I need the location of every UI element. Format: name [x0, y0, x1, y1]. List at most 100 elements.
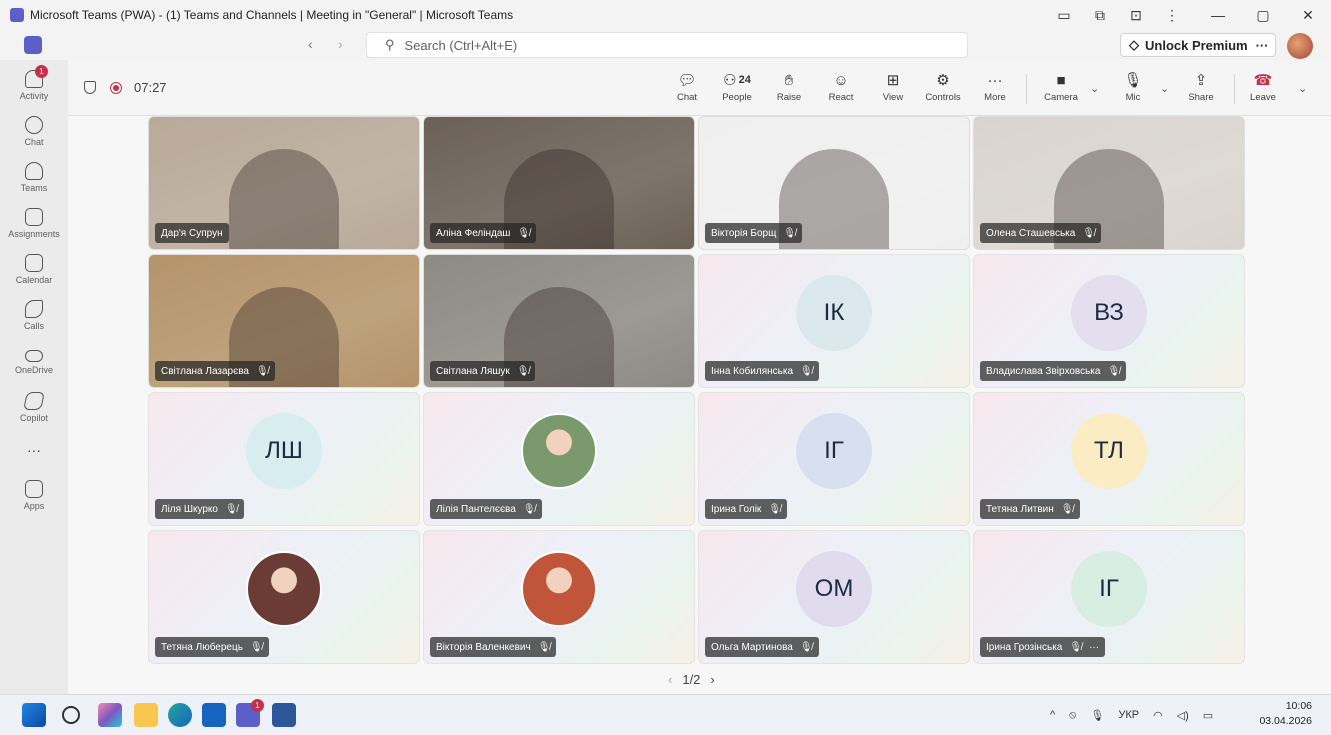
participant-tile[interactable]: ТЛ Тетяна Литвин 🎙︎̸: [973, 392, 1245, 526]
meeting-timer: 07:27: [134, 80, 167, 95]
language-indicator[interactable]: УКР: [1118, 709, 1139, 721]
restore-button[interactable]: ▢: [1245, 0, 1281, 30]
cast-icon[interactable]: ⧉: [1082, 0, 1118, 30]
mic-chevron-down-icon[interactable]: ⌄: [1160, 82, 1169, 95]
mic-tray-icon[interactable]: 🎙︎: [1090, 709, 1104, 722]
system-tray: ^ ⦸ 🎙︎ УКР ◠ ◁) ▭: [1050, 695, 1213, 735]
participant-tile[interactable]: ВЗ Владислава Звірховська 🎙︎̸: [973, 254, 1245, 388]
edge-icon[interactable]: [168, 703, 192, 727]
participant-initials-avatar: ІГ: [796, 413, 872, 489]
rail-label: Calendar: [15, 275, 53, 285]
battery-icon[interactable]: ▭: [1203, 709, 1213, 722]
start-icon[interactable]: [22, 703, 46, 727]
pagination: ‹ 1/2 ›: [668, 672, 715, 687]
window-title: Microsoft Teams (PWA) - (1) Teams and Ch…: [30, 8, 514, 22]
rail-item-activity[interactable]: 1 Activity: [0, 65, 68, 112]
rail-label: Teams: [20, 183, 48, 193]
rail-item-more[interactable]: ···: [0, 442, 68, 484]
view-button[interactable]: ⊞ View: [870, 70, 916, 110]
participant-tile[interactable]: ІГ Ірина Голік 🎙︎̸: [698, 392, 970, 526]
share-button[interactable]: ⇪ Share: [1178, 70, 1224, 110]
meeting-toolbar: 07:27 💬︎ Chat ⚇ 24 People ✋︎ Raise ☺ React ⊞ V…: [68, 60, 1331, 116]
minimize-button[interactable]: —: [1200, 0, 1236, 30]
rail-item-onedrive[interactable]: OneDrive: [0, 346, 68, 388]
participant-tile[interactable]: ЛШ Ліля Шкурко 🎙︎̸: [148, 392, 420, 526]
participant-tile[interactable]: ІК Інна Кобилянська 🎙︎̸: [698, 254, 970, 388]
participant-tile[interactable]: Олена Сташевська 🎙︎̸: [973, 116, 1245, 250]
wifi-icon[interactable]: ◠: [1153, 709, 1163, 722]
participant-tile[interactable]: Аліна Феліндаш 🎙︎̸: [423, 116, 695, 250]
next-page-button[interactable]: ›: [710, 672, 714, 687]
premium-more-icon[interactable]: ···: [1256, 38, 1269, 53]
mic-off-icon: 🎙︎̸: [1060, 503, 1074, 515]
rail-item-calendar[interactable]: Calendar: [0, 254, 68, 296]
volume-icon[interactable]: ◁): [1177, 709, 1189, 722]
clock-time: 10:06: [1285, 700, 1312, 712]
explorer-icon[interactable]: [134, 703, 158, 727]
camera-chevron-down-icon[interactable]: ⌄: [1090, 82, 1099, 95]
participant-more-icon[interactable]: ···: [1089, 642, 1099, 653]
participant-tile[interactable]: ІГ Ірина Грозінська 🎙︎̸ ···: [973, 530, 1245, 664]
leave-button[interactable]: ☎︎ Leave: [1240, 70, 1286, 110]
participant-tile[interactable]: Вікторія Борщ 🎙︎̸: [698, 116, 970, 250]
participant-name-tag: Ірина Грозінська 🎙︎̸ ···: [980, 637, 1106, 657]
people-button[interactable]: ⚇ 24 People: [714, 70, 760, 110]
camera-window-icon[interactable]: ▭: [1046, 0, 1082, 30]
clock-date: 03.04.2026: [1259, 715, 1312, 727]
rail-item-copilot[interactable]: Copilot: [0, 392, 68, 434]
close-button[interactable]: ✕: [1290, 0, 1326, 30]
mic-button[interactable]: 🎙︎ Mic: [1110, 70, 1156, 110]
calendar-icon: [25, 254, 43, 272]
more-button[interactable]: ··· More: [972, 70, 1018, 110]
participant-initials-avatar: ТЛ: [1071, 413, 1147, 489]
menu-dots-icon[interactable]: ⋮: [1154, 0, 1190, 30]
plus-icon: [25, 480, 43, 498]
rail-item-apps[interactable]: Apps: [0, 480, 68, 522]
camera-button[interactable]: ■ Camera: [1038, 70, 1084, 110]
teams-taskbar-icon[interactable]: 1: [236, 699, 264, 727]
extension-icon[interactable]: ⊡: [1118, 0, 1154, 30]
prev-page-button[interactable]: ‹: [668, 672, 672, 687]
title-bar: Microsoft Teams (PWA) - (1) Teams and Ch…: [0, 0, 1331, 30]
participant-tile[interactable]: Вікторія Валенкевич 🎙︎̸: [423, 530, 695, 664]
search-input[interactable]: ⚲ Search (Ctrl+Alt+E): [366, 32, 968, 58]
participant-tile[interactable]: Лілія Пантелєєва 🎙︎̸: [423, 392, 695, 526]
rail-item-teams[interactable]: Teams: [0, 162, 68, 204]
notification-off-icon[interactable]: ⦸: [1069, 709, 1076, 722]
controls-label: Controls: [925, 92, 961, 103]
participant-tile[interactable]: Дар'я Супрун: [148, 116, 420, 250]
back-arrow-icon[interactable]: ‹: [308, 36, 313, 52]
view-label: View: [882, 92, 904, 103]
rail-label: OneDrive: [14, 365, 53, 375]
rail-item-chat[interactable]: Chat: [0, 116, 68, 158]
raise-hand-button[interactable]: ✋︎ Raise: [766, 70, 812, 110]
controls-button[interactable]: ⚙ Controls: [920, 70, 966, 110]
rail-label: Copilot: [19, 413, 48, 423]
teams-taskbar-badge: 1: [251, 699, 264, 712]
recording-icon[interactable]: [110, 81, 122, 94]
participant-tile[interactable]: Світлана Ляшук 🎙︎̸: [423, 254, 695, 388]
rail-label: Activity: [19, 91, 49, 101]
react-label: React: [828, 92, 854, 103]
store-icon[interactable]: [202, 703, 226, 727]
forward-arrow-icon[interactable]: ›: [338, 36, 343, 52]
search-taskbar-icon[interactable]: [62, 706, 80, 724]
participant-name: Ірина Грозінська: [986, 641, 1063, 653]
clock[interactable]: 10:06 03.04.2026: [1254, 699, 1312, 729]
user-avatar[interactable]: [1287, 33, 1313, 59]
rail-item-assignments[interactable]: Assignments: [0, 208, 68, 250]
participant-tile[interactable]: Світлана Лазарєва 🎙︎̸: [148, 254, 420, 388]
copilot-taskbar-icon[interactable]: [98, 703, 122, 727]
unlock-premium-button[interactable]: ◇ Unlock Premium ···: [1120, 33, 1276, 57]
participant-tile[interactable]: ОМ Ольга Мартинова 🎙︎̸: [698, 530, 970, 664]
react-button[interactable]: ☺ React: [818, 70, 864, 110]
participant-tile[interactable]: Тетяна Люберець 🎙︎̸: [148, 530, 420, 664]
rail-item-calls[interactable]: Calls: [0, 300, 68, 342]
word-icon[interactable]: [272, 703, 296, 727]
participant-name-tag: Дар'я Супрун: [155, 223, 229, 243]
chat-button[interactable]: 💬︎ Chat: [664, 70, 710, 110]
tray-chevron-icon[interactable]: ^: [1050, 709, 1055, 721]
leave-chevron-down-icon[interactable]: ⌄: [1298, 82, 1307, 95]
participant-initials-avatar: ВЗ: [1071, 275, 1147, 351]
shield-icon[interactable]: [84, 81, 96, 94]
